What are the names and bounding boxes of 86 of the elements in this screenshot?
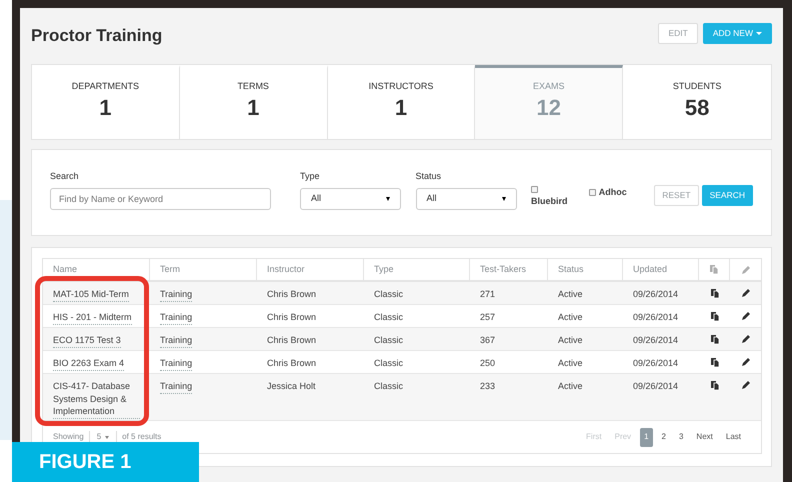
column-header: Test-Takers xyxy=(470,259,548,280)
table-cell-text: Classic xyxy=(373,311,404,324)
stat-value: 12 xyxy=(536,94,562,122)
column-header: Instructor xyxy=(257,259,364,280)
stat-tab[interactable]: STUDENTS 58 xyxy=(623,65,771,139)
table-cell-text: Chris Brown xyxy=(266,334,318,346)
page-link[interactable]: Next xyxy=(692,428,717,446)
table-cell-text: 271 xyxy=(479,288,496,300)
exam-link[interactable]: HIS - 201 - Midterm xyxy=(53,311,132,324)
term-link[interactable]: Training xyxy=(160,288,192,302)
column-header: Type xyxy=(364,259,470,280)
stat-label: TERMS xyxy=(237,80,269,93)
search-field[interactable]: Find by Name or Keyword xyxy=(50,188,271,210)
pencil-icon[interactable] xyxy=(742,289,750,297)
checkbox[interactable] xyxy=(588,189,596,196)
column-header: Updated xyxy=(623,259,699,280)
footer-text: Showing xyxy=(53,431,84,443)
table-cell-text: Chris Brown xyxy=(266,288,318,300)
stat-value: 1 xyxy=(394,94,408,122)
copy-icon[interactable] xyxy=(710,312,718,321)
stat-label: EXAMS xyxy=(533,80,565,93)
table-cell-text: 09/26/2014 xyxy=(632,288,680,300)
pencil-icon[interactable] xyxy=(742,335,750,343)
pencil-icon[interactable] xyxy=(742,312,750,320)
column-header: Name xyxy=(43,259,150,280)
stat-tab[interactable]: DEPARTMENTS 1 xyxy=(32,65,180,139)
stat-value: 1 xyxy=(99,94,112,122)
copy-icon[interactable] xyxy=(710,335,718,344)
select-label: Type xyxy=(300,170,321,183)
page-link[interactable]: Last xyxy=(722,428,745,446)
exam-link[interactable]: MAT-105 Mid-Term xyxy=(53,288,129,302)
page-title: Proctor Training xyxy=(31,25,162,47)
dropdown[interactable]: All xyxy=(300,188,401,210)
table-cell-text: Classic xyxy=(373,357,404,370)
stat-value: 1 xyxy=(247,94,260,122)
table-cell-text: Classic xyxy=(373,380,404,392)
stat-tab[interactable]: TERMS 1 xyxy=(180,65,328,139)
checkbox-label: Bluebird xyxy=(531,195,568,208)
table-cell-text: Active xyxy=(557,288,584,300)
dropdown[interactable]: All xyxy=(416,188,516,210)
stat-label: STUDENTS xyxy=(672,80,722,93)
page-link[interactable]: 2 xyxy=(658,428,670,446)
pencil-icon[interactable] xyxy=(742,358,750,366)
table-cell-text: Active xyxy=(557,334,584,346)
term-link[interactable]: Training xyxy=(160,357,192,370)
term-link[interactable]: Training xyxy=(160,380,192,394)
table-cell-text: 233 xyxy=(479,380,496,392)
table-cell-text: Active xyxy=(557,380,584,392)
table-cell-text: Classic xyxy=(373,288,404,300)
copy-icon[interactable] xyxy=(710,289,718,298)
table-cell-text: 367 xyxy=(479,334,496,346)
caret-icon xyxy=(502,196,506,200)
table-cell-text: Active xyxy=(557,357,584,370)
table-cell-text: 09/26/2014 xyxy=(632,311,680,324)
caret-icon xyxy=(105,436,110,438)
exam-link[interactable]: BIO 2263 Exam 4 xyxy=(53,357,124,370)
term-link[interactable]: Training xyxy=(160,334,192,348)
copy-icon[interactable] xyxy=(710,381,718,390)
table-cell-text: Chris Brown xyxy=(266,311,318,324)
table-cell-text: 250 xyxy=(479,357,496,370)
page-link[interactable]: 3 xyxy=(674,428,688,446)
table-cell-text: Chris Brown xyxy=(266,357,318,370)
column-header: Status xyxy=(548,259,623,280)
table-cell-text: Jessica Holt xyxy=(266,380,317,392)
exam-link[interactable]: ECO 1175 Test 3 xyxy=(53,334,121,348)
table-cell-text: Classic xyxy=(373,334,404,346)
stat-value: 58 xyxy=(684,94,710,122)
table-cell-text: 09/26/2014 xyxy=(632,380,680,392)
checkbox[interactable] xyxy=(531,186,538,193)
select-label: Status xyxy=(416,170,442,183)
copy-icon[interactable] xyxy=(710,358,718,367)
checkbox-label: Adhoc xyxy=(598,186,627,199)
stat-label: DEPARTMENTS xyxy=(72,80,139,93)
table-cell-text: 09/26/2014 xyxy=(632,334,680,346)
figure-label: FIGURE 1 xyxy=(12,442,199,482)
exam-link[interactable]: CIS-417- Database Systems Design & Implementation xyxy=(53,380,140,418)
column-header: Term xyxy=(150,259,257,280)
table-cell-text: 257 xyxy=(479,311,496,324)
caret-icon xyxy=(386,196,390,200)
pencil-icon[interactable] xyxy=(742,381,750,389)
table-cell-text: 09/26/2014 xyxy=(632,357,680,370)
footer-text: of 5 results xyxy=(122,431,162,443)
search-label: Search xyxy=(50,170,80,183)
term-link[interactable]: Training xyxy=(160,311,192,324)
table-cell-text: Active xyxy=(557,311,584,324)
stat-label: INSTRUCTORS xyxy=(368,80,434,93)
